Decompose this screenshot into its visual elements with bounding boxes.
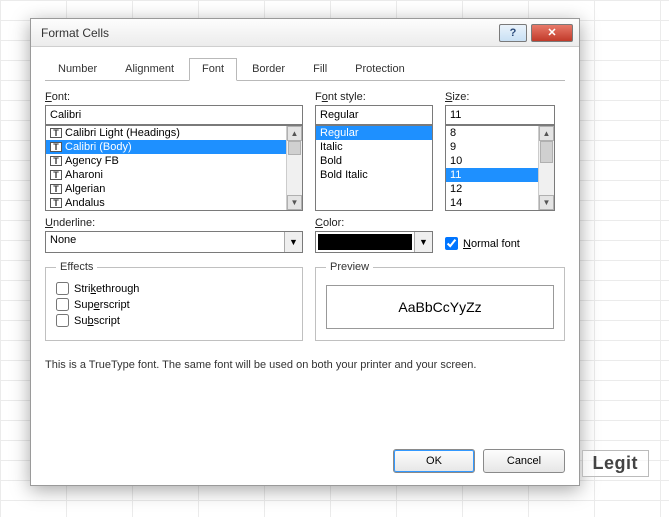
- list-item[interactable]: 12: [446, 182, 538, 196]
- color-combo[interactable]: ▼: [315, 231, 433, 253]
- chevron-down-icon[interactable]: ▼: [284, 232, 302, 252]
- normal-font-input[interactable]: [445, 237, 458, 250]
- truetype-icon: T: [50, 128, 62, 138]
- watermark: Legit: [582, 450, 650, 477]
- list-item[interactable]: 11: [446, 168, 538, 182]
- truetype-icon: T: [50, 170, 62, 180]
- scrollbar[interactable]: ▲ ▼: [538, 126, 554, 210]
- help-button[interactable]: ?: [499, 24, 527, 42]
- scroll-up-icon[interactable]: ▲: [287, 126, 302, 141]
- strikethrough-input[interactable]: [56, 282, 69, 295]
- tab-border[interactable]: Border: [239, 58, 298, 81]
- footnote-text: This is a TrueType font. The same font w…: [45, 359, 565, 371]
- effects-group: Effects Strikethrough Superscript Subscr…: [45, 261, 303, 341]
- tab-number[interactable]: Number: [45, 58, 110, 81]
- list-item[interactable]: TAgency FB: [46, 154, 286, 168]
- dialog-title: Format Cells: [37, 26, 499, 40]
- tab-strip: Number Alignment Font Border Fill Protec…: [45, 57, 565, 81]
- list-item[interactable]: Italic: [316, 140, 432, 154]
- scroll-up-icon[interactable]: ▲: [539, 126, 554, 141]
- list-item[interactable]: 10: [446, 154, 538, 168]
- strikethrough-checkbox[interactable]: Strikethrough: [56, 282, 292, 295]
- preview-sample: AaBbCcYyZz: [326, 285, 554, 329]
- close-button[interactable]: ✕: [531, 24, 573, 42]
- list-item[interactable]: Bold: [316, 154, 432, 168]
- scroll-down-icon[interactable]: ▼: [287, 195, 302, 210]
- list-item[interactable]: 14: [446, 196, 538, 210]
- superscript-checkbox[interactable]: Superscript: [56, 298, 292, 311]
- color-swatch: [318, 234, 412, 250]
- fontstyle-label: Font style:: [315, 91, 433, 103]
- list-item[interactable]: TCalibri Light (Headings): [46, 126, 286, 140]
- normal-font-checkbox[interactable]: Normal font: [445, 237, 555, 250]
- subscript-checkbox[interactable]: Subscript: [56, 314, 292, 327]
- scroll-thumb[interactable]: [540, 141, 553, 163]
- font-label: Font:: [45, 91, 303, 103]
- underline-value: None: [46, 232, 284, 252]
- preview-group: Preview AaBbCcYyZz: [315, 261, 565, 341]
- font-listbox[interactable]: TCalibri Light (Headings) TCalibri (Body…: [45, 125, 303, 211]
- size-input[interactable]: [445, 105, 555, 125]
- format-cells-dialog: Format Cells ? ✕ Number Alignment Font B…: [30, 18, 580, 486]
- scroll-down-icon[interactable]: ▼: [539, 195, 554, 210]
- tab-alignment[interactable]: Alignment: [112, 58, 187, 81]
- list-item[interactable]: 9: [446, 140, 538, 154]
- truetype-icon: T: [50, 156, 62, 166]
- list-item[interactable]: Bold Italic: [316, 168, 432, 182]
- fontstyle-input[interactable]: [315, 105, 433, 125]
- superscript-input[interactable]: [56, 298, 69, 311]
- effects-legend: Effects: [56, 261, 97, 273]
- list-item[interactable]: TAndalus: [46, 196, 286, 210]
- subscript-input[interactable]: [56, 314, 69, 327]
- size-listbox[interactable]: 8 9 10 11 12 14 ▲ ▼: [445, 125, 555, 211]
- preview-legend: Preview: [326, 261, 373, 273]
- list-item[interactable]: 8: [446, 126, 538, 140]
- list-item[interactable]: Regular: [316, 126, 432, 140]
- scroll-thumb[interactable]: [288, 141, 301, 155]
- truetype-icon: T: [50, 184, 62, 194]
- underline-label: Underline:: [45, 217, 303, 229]
- tab-protection[interactable]: Protection: [342, 58, 418, 81]
- ok-button[interactable]: OK: [393, 449, 475, 473]
- list-item[interactable]: TAlgerian: [46, 182, 286, 196]
- chevron-down-icon[interactable]: ▼: [414, 232, 432, 252]
- fontstyle-listbox[interactable]: Regular Italic Bold Bold Italic: [315, 125, 433, 211]
- cancel-button[interactable]: Cancel: [483, 449, 565, 473]
- color-label: Color:: [315, 217, 433, 229]
- font-input[interactable]: [45, 105, 303, 125]
- titlebar: Format Cells ? ✕: [31, 19, 579, 47]
- size-label: Size:: [445, 91, 555, 103]
- truetype-icon: T: [50, 198, 62, 208]
- underline-combo[interactable]: None ▼: [45, 231, 303, 253]
- scrollbar[interactable]: ▲ ▼: [286, 126, 302, 210]
- tab-font[interactable]: Font: [189, 58, 237, 81]
- tab-fill[interactable]: Fill: [300, 58, 340, 81]
- truetype-icon: T: [50, 142, 62, 152]
- list-item[interactable]: TAharoni: [46, 168, 286, 182]
- list-item[interactable]: TCalibri (Body): [46, 140, 286, 154]
